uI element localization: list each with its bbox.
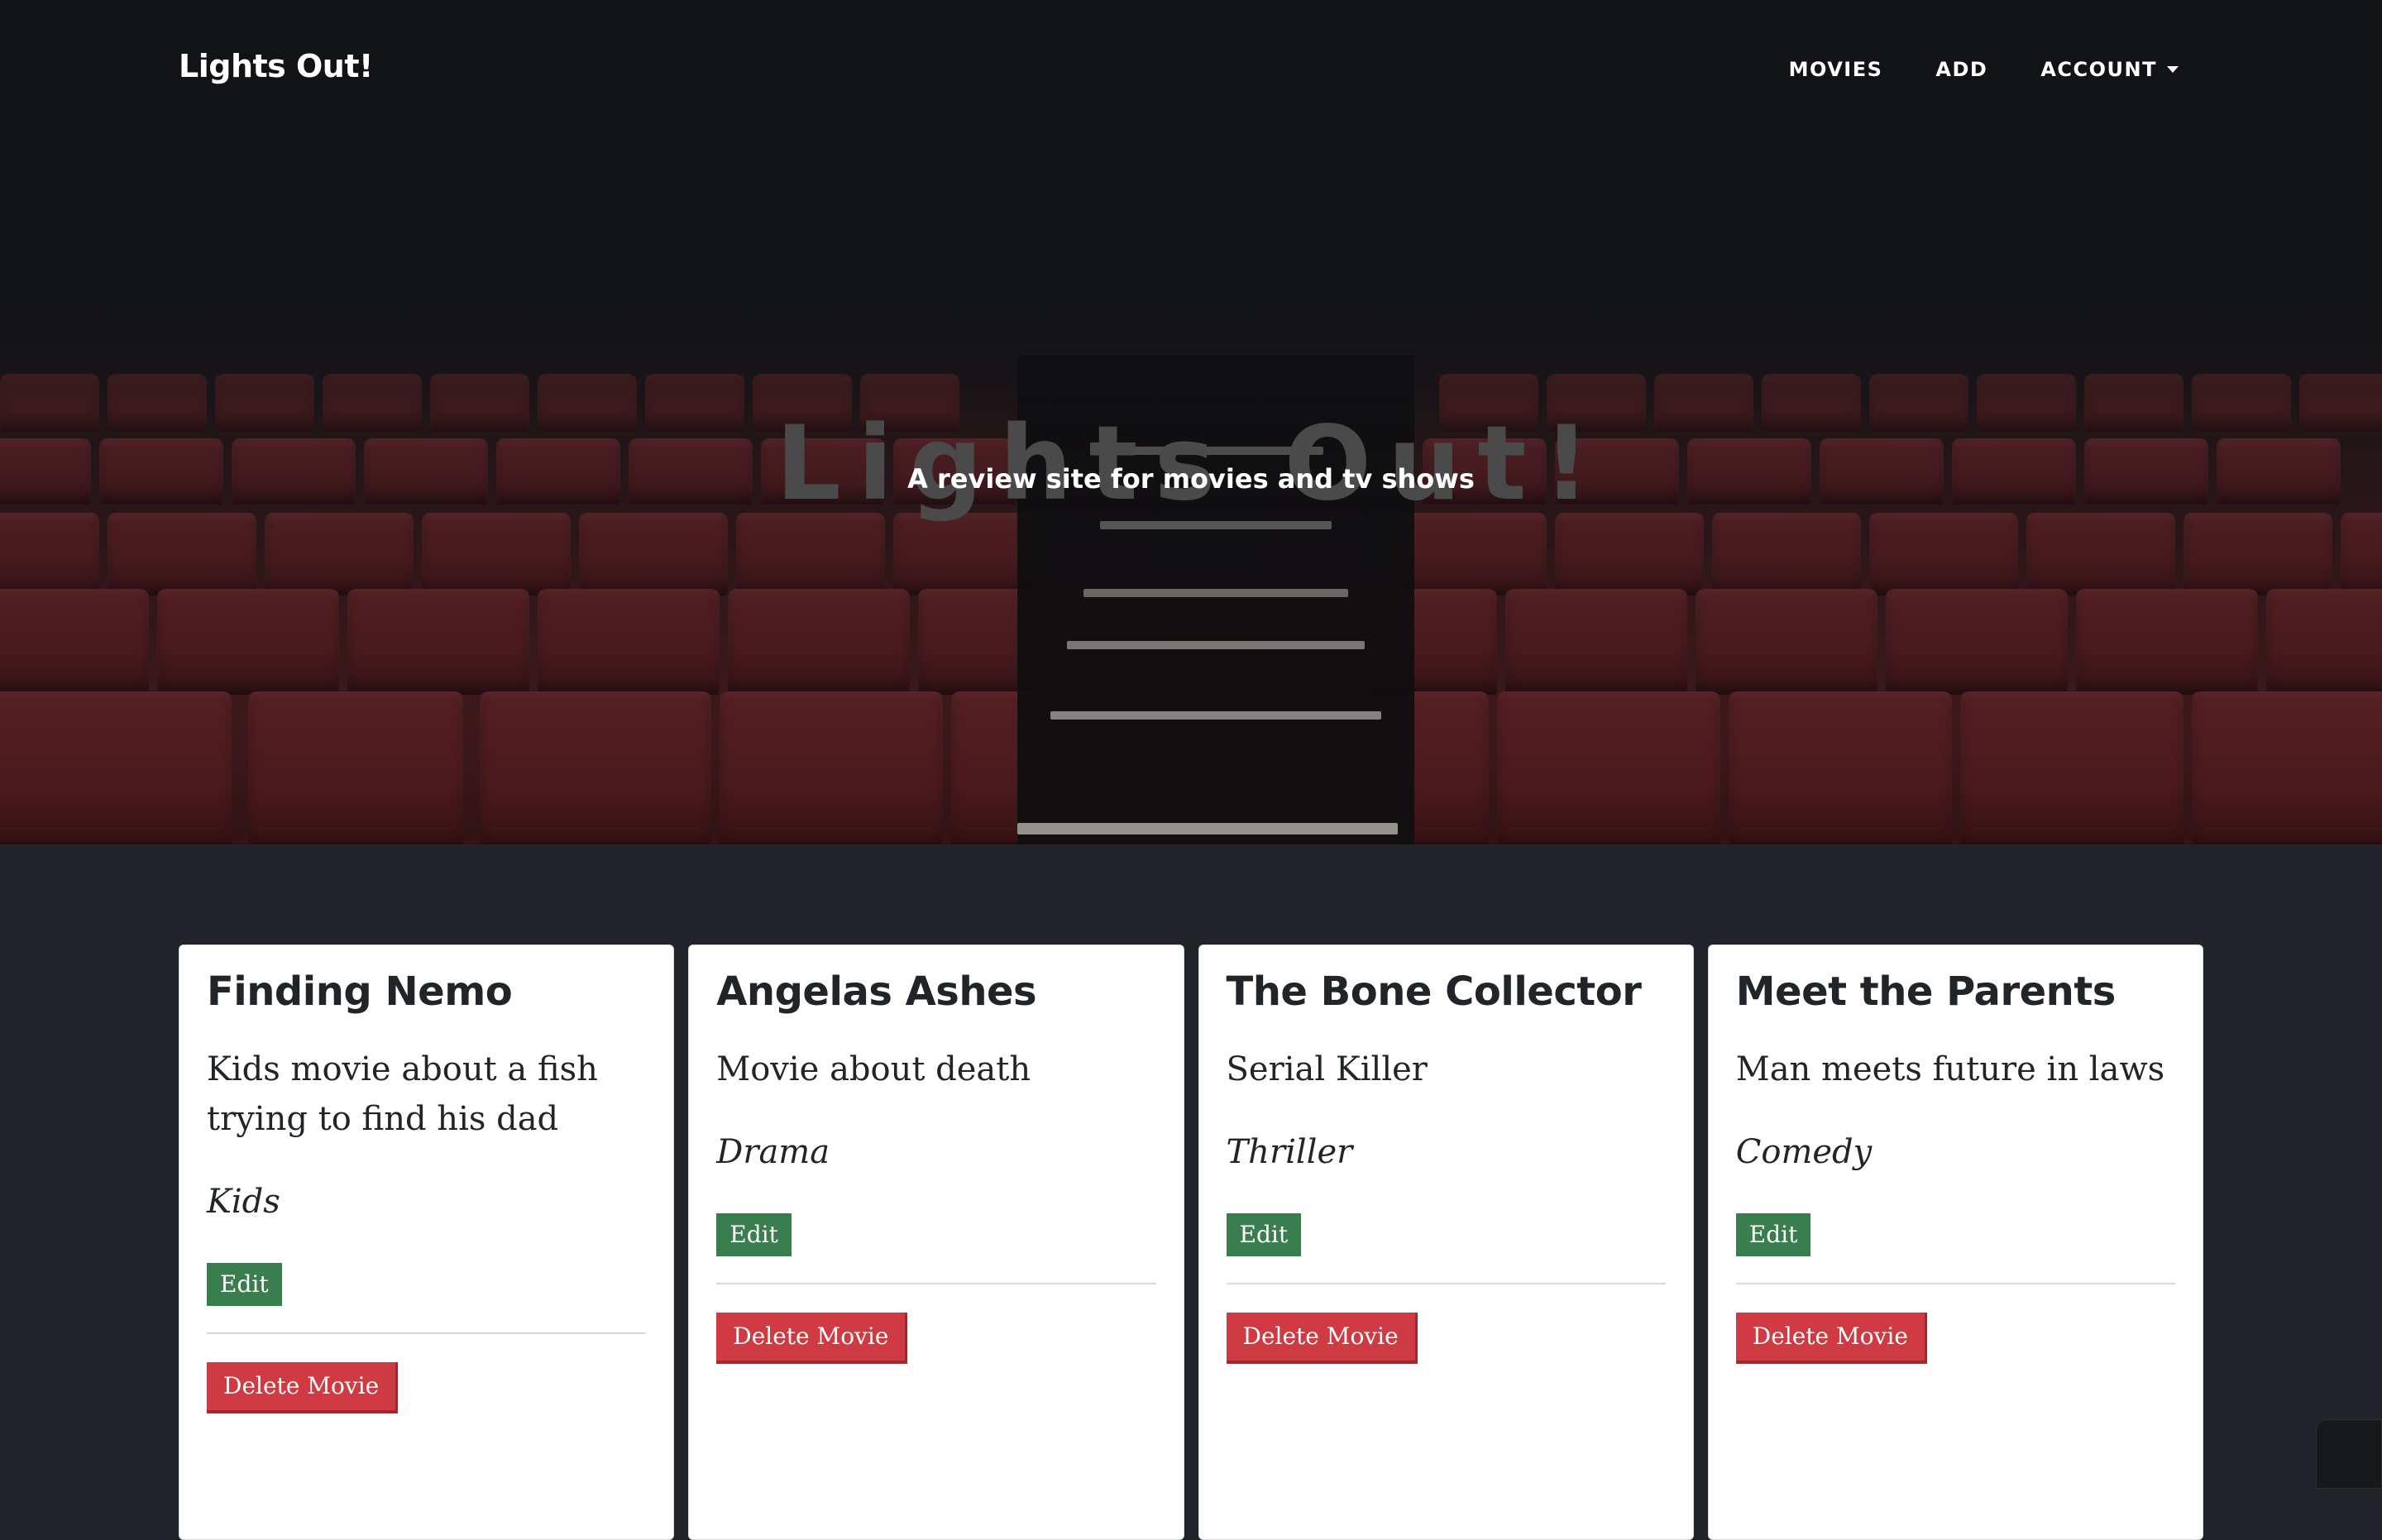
movie-description: Man meets future in laws bbox=[1736, 1045, 2175, 1094]
movie-genre: Kids bbox=[207, 1177, 646, 1227]
movie-genre: Drama bbox=[716, 1127, 1155, 1177]
movie-description: Movie about death bbox=[716, 1045, 1155, 1094]
brand-logo[interactable]: Lights Out! bbox=[179, 48, 373, 84]
movie-genre: Thriller bbox=[1227, 1127, 1666, 1177]
movie-card: Finding Nemo Kids movie about a fish try… bbox=[179, 945, 674, 1540]
movie-title: Angelas Ashes bbox=[716, 968, 1155, 1016]
corner-widget[interactable] bbox=[2316, 1419, 2382, 1489]
nav-account-label: ACCOUNT bbox=[2040, 58, 2157, 81]
movie-genre: Comedy bbox=[1736, 1127, 2175, 1177]
divider bbox=[207, 1332, 646, 1334]
movie-title: The Bone Collector bbox=[1227, 968, 1666, 1016]
movie-title: Meet the Parents bbox=[1736, 968, 2175, 1016]
movie-card-grid: Finding Nemo Kids movie about a fish try… bbox=[179, 945, 2203, 1540]
movie-title: Finding Nemo bbox=[207, 968, 646, 1016]
nav-links: MOVIES ADD ACCOUNT bbox=[1736, 58, 2179, 81]
movie-card: Angelas Ashes Movie about death Drama Ed… bbox=[688, 945, 1184, 1540]
divider bbox=[1227, 1283, 1666, 1284]
hero-subtitle: A review site for movies and tv shows bbox=[0, 463, 2382, 495]
edit-button[interactable]: Edit bbox=[1227, 1213, 1302, 1256]
movie-card: Meet the Parents Man meets future in law… bbox=[1708, 945, 2203, 1540]
movie-description: Kids movie about a fish trying to find h… bbox=[207, 1045, 646, 1144]
movie-description: Serial Killer bbox=[1227, 1045, 1666, 1094]
nav-add-link[interactable]: ADD bbox=[1935, 58, 1987, 81]
nav-account-dropdown[interactable]: ACCOUNT bbox=[2040, 58, 2179, 81]
delete-movie-button[interactable]: Delete Movie bbox=[1227, 1313, 1418, 1364]
delete-movie-button[interactable]: Delete Movie bbox=[716, 1313, 907, 1364]
edit-button[interactable]: Edit bbox=[1736, 1213, 1811, 1256]
delete-movie-button[interactable]: Delete Movie bbox=[1736, 1313, 1927, 1364]
top-navbar: Lights Out! MOVIES ADD ACCOUNT bbox=[0, 0, 2382, 142]
edit-button[interactable]: Edit bbox=[716, 1213, 792, 1256]
movie-card: The Bone Collector Serial Killer Thrille… bbox=[1198, 945, 1694, 1540]
delete-movie-button[interactable]: Delete Movie bbox=[207, 1362, 398, 1413]
divider bbox=[1736, 1283, 2175, 1284]
caret-down-icon bbox=[2167, 66, 2179, 73]
divider bbox=[716, 1283, 1155, 1284]
edit-button[interactable]: Edit bbox=[207, 1263, 282, 1306]
nav-movies-link[interactable]: MOVIES bbox=[1789, 58, 1883, 81]
